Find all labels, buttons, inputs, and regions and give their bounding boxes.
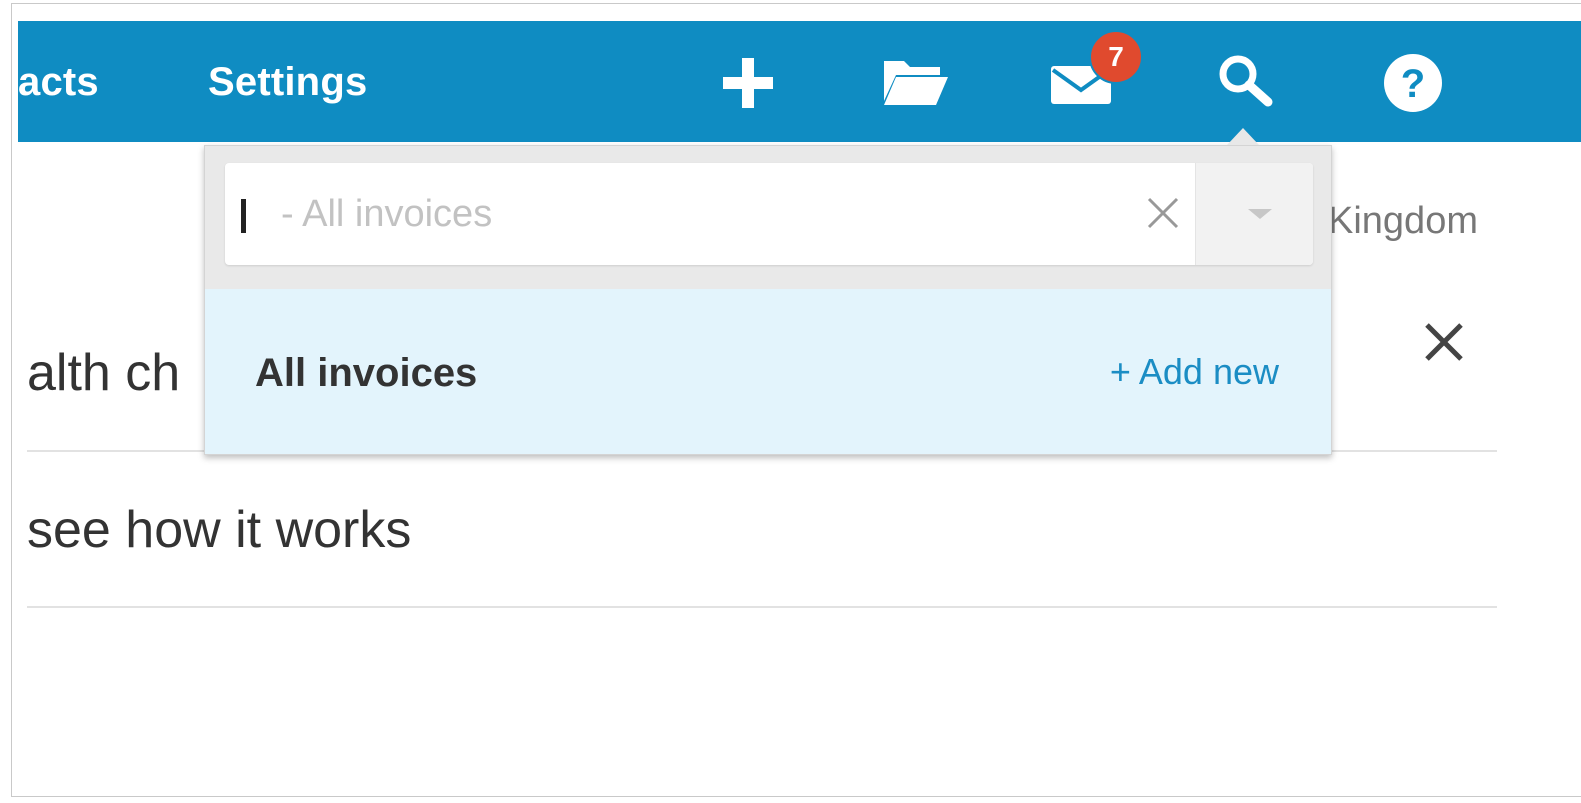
add-new-link[interactable]: + Add new xyxy=(1110,351,1279,393)
chevron-down-icon xyxy=(1248,209,1272,219)
folder-open-icon[interactable] xyxy=(880,55,950,107)
dropdown-caret xyxy=(1227,128,1259,145)
nav-contacts-link[interactable]: acts xyxy=(18,62,99,102)
close-icon[interactable] xyxy=(1419,317,1469,367)
clear-icon[interactable] xyxy=(1143,193,1183,233)
list-item-text: see how it works xyxy=(27,501,412,559)
location-text: Kingdom xyxy=(1328,200,1478,242)
dropdown-toggle-button[interactable] xyxy=(1195,163,1313,265)
search-results: All invoices + Add new xyxy=(205,289,1331,454)
notification-count-badge: 7 xyxy=(1089,30,1143,84)
svg-text:?: ? xyxy=(1401,62,1425,106)
text-cursor xyxy=(241,199,246,233)
search-icon[interactable] xyxy=(1214,52,1276,108)
top-navigation-bar: acts Settings ? xyxy=(18,21,1581,142)
search-input[interactable] xyxy=(241,185,1111,243)
question-circle-icon[interactable]: ? xyxy=(1381,51,1445,115)
nav-settings-link[interactable]: Settings xyxy=(208,62,367,102)
row-divider xyxy=(27,606,1497,608)
search-field xyxy=(225,163,1313,265)
list-item-text: alth ch xyxy=(27,344,181,402)
plus-icon[interactable] xyxy=(721,56,775,110)
search-dropdown: All invoices + Add new xyxy=(204,145,1332,455)
result-label: All invoices xyxy=(255,351,478,395)
